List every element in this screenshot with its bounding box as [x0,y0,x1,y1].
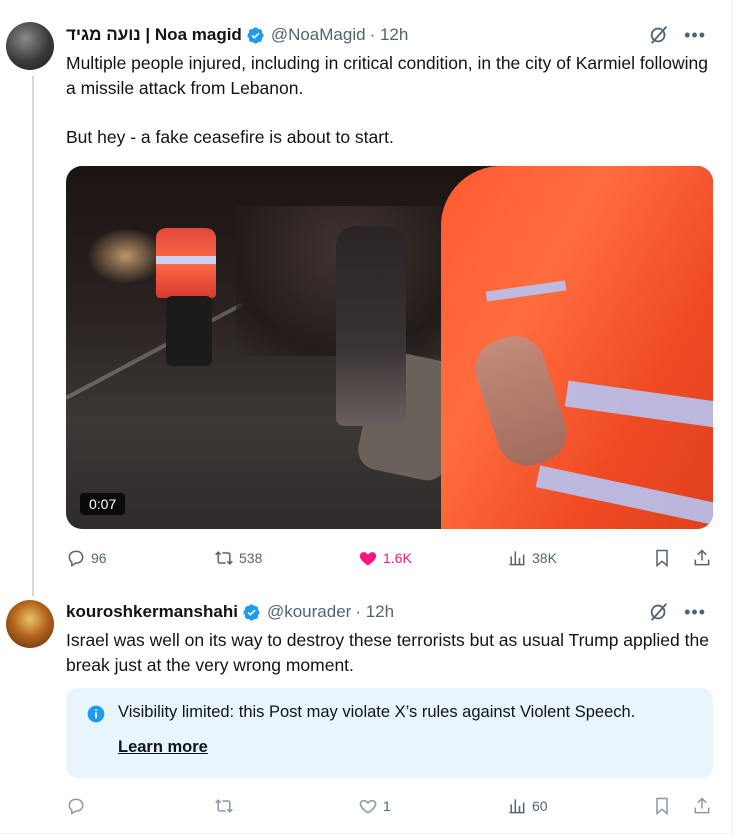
video-frame-detail [66,302,244,400]
avatar[interactable] [6,600,54,648]
tweet-header: kouroshkermanshahi @kourader · 12h [66,600,394,624]
reply-icon [68,550,84,567]
tweet-time[interactable]: · 12h [355,602,394,622]
like-count: 1 [383,798,391,814]
avatar[interactable] [6,22,54,70]
display-name[interactable]: נועה מגיד | Noa magid [66,25,242,45]
tweet-action-bar: 96 538 1.6K 38K [66,547,714,569]
display-name[interactable]: kouroshkermanshahi [66,602,238,622]
grok-icon[interactable] [648,24,670,46]
bookmark-icon [656,797,668,816]
tweet-top-actions: ••• [648,601,706,623]
repost-icon [215,799,233,813]
share-icon [694,797,710,814]
views-button[interactable]: 38K [507,547,557,569]
repost-button[interactable]: 538 [214,547,262,569]
tweet-text: Multiple people injured, including in cr… [66,53,708,147]
more-icon[interactable]: ••• [684,603,706,621]
views-button[interactable]: 60 [507,795,548,817]
reply-count: 96 [91,550,107,566]
reply-icon [68,798,84,815]
tweet-header: נועה מגיד | Noa magid @NoaMagid · 12h [66,23,408,47]
bookmark-button[interactable] [652,795,672,817]
share-button[interactable] [692,795,712,817]
repost-count: 538 [239,550,263,566]
repost-icon [215,551,233,565]
like-count: 1.6K [383,550,412,566]
video-player[interactable]: 0:07 [66,166,713,529]
learn-more-link[interactable]: Learn more [118,738,208,757]
notice-text: Visibility limited: this Post may violat… [118,703,636,721]
view-count: 60 [532,798,548,814]
grok-icon[interactable] [648,601,670,623]
bookmark-button[interactable] [652,547,672,569]
visibility-notice: Visibility limited: this Post may violat… [66,688,713,778]
more-icon[interactable]: ••• [684,26,706,44]
reply-button[interactable] [66,795,91,817]
tweet-text: Israel was well on its way to destroy th… [66,630,709,675]
bookmark-icon [656,549,668,568]
user-handle[interactable]: @NoaMagid [271,25,366,45]
video-frame-detail [156,228,216,298]
verified-badge-icon[interactable] [246,26,265,45]
reply-button[interactable]: 96 [66,547,107,569]
like-button[interactable]: 1 [358,795,391,817]
user-handle[interactable]: @kourader [267,602,351,622]
tweet-top-actions: ••• [648,24,706,46]
video-frame-detail [166,296,212,366]
heart-icon [359,552,377,566]
tweet-time[interactable]: · 12h [370,25,409,45]
share-button[interactable] [692,547,712,569]
views-icon [509,551,525,566]
repost-button[interactable] [214,795,239,817]
timeline-column: נועה מגיד | Noa magid @NoaMagid · 12h ••… [0,0,733,836]
tweet-action-bar: 1 60 [66,795,714,817]
view-count: 38K [532,550,557,566]
thread-connector-line [32,76,34,596]
video-duration-badge: 0:07 [80,493,126,515]
video-frame-detail [336,226,406,426]
like-button[interactable]: 1.6K [358,547,412,569]
divider [0,833,733,834]
share-icon [694,549,710,566]
info-icon [87,705,105,723]
verified-badge-icon[interactable] [242,603,261,622]
heart-icon [359,799,377,814]
views-icon [509,799,525,814]
